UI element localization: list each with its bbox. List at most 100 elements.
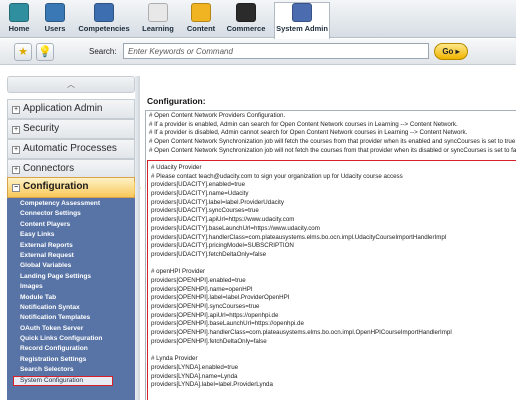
config-line: providers[OPENHPI].apiUrl=https://openhp… xyxy=(151,311,279,319)
config-line: providers[OPENHPI].enabled=true xyxy=(151,276,246,284)
config-line: providers[UDACITY].label=label.ProviderU… xyxy=(151,198,284,206)
go-label: Go xyxy=(442,47,454,56)
sidebar-item-connector-settings[interactable]: Connector Settings xyxy=(7,209,135,219)
config-line xyxy=(148,260,516,269)
users-icon xyxy=(45,3,65,22)
sidebar-item-global-variables[interactable]: Global Variables xyxy=(7,261,135,271)
expand-icon: + xyxy=(12,126,20,134)
sidebar-section-connectors[interactable]: + Connectors xyxy=(7,159,135,179)
config-line: providers[UDACITY].handlerClass=com.plat… xyxy=(151,233,447,241)
section-label: Application Admin xyxy=(23,103,103,114)
sidebar-item-external-request[interactable]: External Request xyxy=(7,251,135,261)
config-line: providers[LYNDA].enabled=true xyxy=(151,363,239,371)
config-line: providers[UDACITY].name=Udacity xyxy=(151,190,249,198)
sidebar-item-notification-syntax[interactable]: Notification Syntax xyxy=(7,303,135,313)
config-line: # openHPI Provider xyxy=(151,268,205,276)
config-line: providers[OPENHPI].name=openHPI xyxy=(151,285,253,293)
config-comment-line: # Open Content Network Synchronization j… xyxy=(149,138,516,146)
section-label: Connectors xyxy=(23,163,75,174)
nav-competencies[interactable]: Competencies xyxy=(77,3,131,37)
top-navigation: Home Users Competencies Learning Content… xyxy=(0,0,516,39)
lightbulb-icon[interactable]: 💡 xyxy=(36,43,54,61)
config-line: providers[OPENHPI].syncCourses=true xyxy=(151,303,260,310)
nav-learning-label: Learning xyxy=(142,24,174,33)
config-line: providers[UDACITY].apiUrl=https://www.ud… xyxy=(151,216,295,224)
sidebar-item-external-reports[interactable]: External Reports xyxy=(7,241,135,251)
highlighted-provider-config: # Udacity Provider # Please contact teach… xyxy=(147,160,516,400)
nav-learning[interactable]: Learning xyxy=(140,3,176,37)
sidebar-item-system-configuration[interactable]: System Configuration xyxy=(13,375,113,387)
config-line: providers[LYNDA].name=Lynda xyxy=(151,372,238,380)
search-input[interactable] xyxy=(123,43,429,59)
nav-competencies-label: Competencies xyxy=(78,24,130,33)
config-line: # Lynda Provider xyxy=(151,355,198,363)
sidebar-collapse-button[interactable]: ︿ xyxy=(7,76,135,93)
config-line: providers[UDACITY].baseLaunchUrl=https:/… xyxy=(151,224,320,232)
config-line: providers[OPENHPI].baseLaunchUrl=https:/… xyxy=(151,320,304,328)
sidebar-item-oauth-token-server[interactable]: OAuth Token Server xyxy=(7,324,135,334)
config-line: providers[UDACITY].fetchDeltaOnly=false xyxy=(151,250,267,258)
search-bar: ★ 💡 Search: Go ▸ xyxy=(0,39,516,65)
config-header-comments: # Open Content Network Providers Configu… xyxy=(146,111,516,155)
sidebar-item-competency-assessment[interactable]: Competency Assessment xyxy=(7,199,135,209)
expand-icon: + xyxy=(12,106,20,114)
config-comment-line: # Open Content Network Synchronization j… xyxy=(149,146,516,154)
nav-home[interactable]: Home xyxy=(4,3,34,37)
sidebar-section-automatic-processes[interactable]: + Automatic Processes xyxy=(7,139,135,159)
main-panel: Configuration: # Open Content Network Pr… xyxy=(140,88,516,400)
nav-content[interactable]: Content xyxy=(183,3,219,37)
expand-icon: + xyxy=(12,166,20,174)
sidebar-item-landing-page-settings[interactable]: Landing Page Settings xyxy=(7,272,135,282)
nav-system-admin[interactable]: System Admin xyxy=(274,2,330,39)
sidebar-item-record-configuration[interactable]: Record Configuration xyxy=(7,344,135,354)
nav-content-label: Content xyxy=(186,24,216,33)
sidebar-item-images[interactable]: Images xyxy=(7,282,135,292)
go-button[interactable]: Go ▸ xyxy=(434,43,468,60)
sidebar-item-quick-links-configuration[interactable]: Quick Links Configuration xyxy=(7,334,135,344)
config-line: providers[OPENHPI].label=label.ProviderO… xyxy=(151,294,290,302)
sidebar-item-content-players[interactable]: Content Players xyxy=(7,220,135,230)
sidebar-section-configuration[interactable]: − Configuration xyxy=(7,177,141,198)
sidebar-item-registration-settings[interactable]: Registration Settings xyxy=(7,355,135,365)
config-line: # Udacity Provider xyxy=(151,164,202,171)
sidebar-item-search-selectors[interactable]: Search Selectors xyxy=(7,365,135,375)
section-label: Configuration xyxy=(23,181,89,192)
home-icon xyxy=(9,3,29,22)
system-admin-icon xyxy=(292,3,312,22)
page-title: Configuration: xyxy=(147,96,206,106)
commerce-icon xyxy=(236,3,256,22)
sidebar: ︿ + Application Admin + Security + Automati… xyxy=(7,76,141,400)
config-line: providers[LYNDA].label=label.ProviderLyn… xyxy=(151,381,273,389)
config-line: # Please contact teach@udacity.com to si… xyxy=(151,172,403,180)
config-line: providers[OPENHPI].handlerClass=com.plat… xyxy=(151,329,452,337)
nav-commerce[interactable]: Commerce xyxy=(224,3,268,37)
config-line: providers[UDACITY].enabled=true xyxy=(151,181,246,189)
go-arrow-icon: ▸ xyxy=(455,47,460,56)
config-line: providers[UDACITY].pricingModel=SUBSCRIP… xyxy=(151,242,294,250)
star-icon[interactable]: ★ xyxy=(14,43,32,61)
sidebar-section-security[interactable]: + Security xyxy=(7,119,135,139)
nav-commerce-label: Commerce xyxy=(226,24,266,33)
config-comment-line: # If a provider is enabled, Admin can se… xyxy=(149,120,458,128)
sidebar-item-easy-links[interactable]: Easy Links xyxy=(7,230,135,240)
sidebar-item-module-tab[interactable]: Module Tab xyxy=(7,293,135,303)
sidebar-item-notification-templates[interactable]: Notification Templates xyxy=(7,313,135,323)
nav-users-label: Users xyxy=(44,24,66,33)
nav-users[interactable]: Users xyxy=(41,3,69,37)
section-label: Security xyxy=(23,123,60,134)
content-icon xyxy=(191,3,211,22)
configuration-submenu: Competency Assessment Connector Settings… xyxy=(7,198,135,400)
expand-icon: + xyxy=(12,146,20,154)
configuration-textarea[interactable]: # Open Content Network Providers Configu… xyxy=(145,110,516,400)
search-label: Search: xyxy=(89,47,117,56)
section-label: Automatic Processes xyxy=(23,143,117,154)
sidebar-section-application-admin[interactable]: + Application Admin xyxy=(7,99,135,119)
config-line: providers[OPENHPI].fetchDeltaOnly=false xyxy=(151,337,267,345)
nav-home-label: Home xyxy=(8,24,30,33)
chevron-up-icon: ︿ xyxy=(67,80,75,89)
collapse-icon: − xyxy=(12,184,20,192)
config-comment-line: # If a provider is disabled, Admin canno… xyxy=(149,129,468,137)
config-comment-line: # Open Content Network Providers Configu… xyxy=(149,112,286,119)
learning-icon xyxy=(148,3,168,22)
nav-system-admin-label: System Admin xyxy=(276,24,328,33)
